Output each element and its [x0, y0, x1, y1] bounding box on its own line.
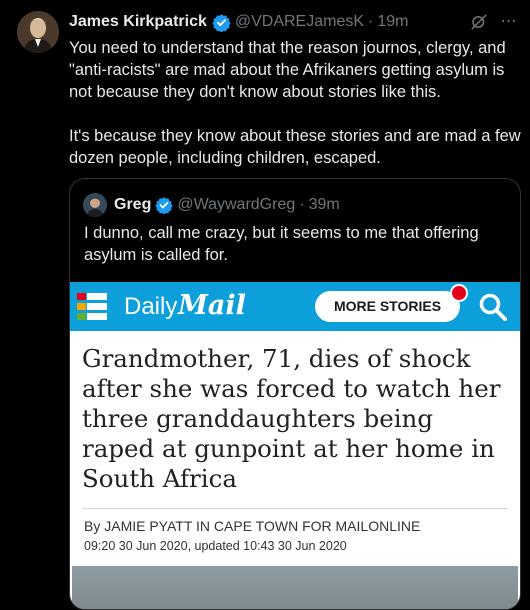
tweet-text: You need to understand that the reason j… [69, 37, 525, 169]
quoted-tweet-time[interactable]: 39m [309, 196, 340, 214]
quoted-tweet-card[interactable]: Greg @WaywardGreg · 39m I dunno, call me… [69, 178, 521, 610]
dailymail-logo-daily: Daily [124, 293, 178, 320]
author-name[interactable]: James Kirkpatrick [69, 13, 207, 31]
quoted-author-handle[interactable]: @WaywardGreg [177, 196, 295, 214]
hamburger-menu-icon [75, 290, 109, 324]
dailymail-header-bar: Daily Mail MORE STORIES [70, 282, 520, 331]
separator: · [299, 196, 305, 213]
more-options-icon[interactable]: ⋯ [499, 12, 519, 32]
tweet-paragraph-1: You need to understand that the reason j… [69, 39, 506, 101]
notification-dot [450, 284, 468, 302]
separator: · [368, 13, 374, 30]
search-icon [479, 293, 507, 321]
article-photo [72, 566, 518, 609]
quoted-tweet-header: Greg @WaywardGreg · 39m [114, 194, 340, 216]
quoted-author-name[interactable]: Greg [114, 196, 151, 214]
article-headline: Grandmother, 71, dies of shock after she… [82, 344, 501, 493]
article-screenshot-image[interactable]: Daily Mail MORE STORIES Grandmother, 71,… [70, 282, 520, 609]
quoted-author-avatar[interactable] [83, 193, 107, 217]
tweet-header: James Kirkpatrick @VDAREJamesK · 19m [69, 12, 520, 32]
author-avatar[interactable] [17, 11, 59, 53]
tweet-time[interactable]: 19m [377, 13, 408, 31]
verified-badge-icon [212, 13, 231, 32]
dailymail-logo-mail: Mail [178, 290, 246, 321]
more-stories-button: MORE STORIES [315, 291, 460, 322]
article-dateline: 09:20 30 Jun 2020, updated 10:43 30 Jun … [84, 539, 347, 553]
tweet-paragraph-2: It's because they know about these stori… [69, 127, 521, 167]
grok-icon[interactable] [470, 13, 488, 31]
verified-badge-icon [155, 197, 174, 214]
author-handle[interactable]: @VDAREJamesK [235, 13, 364, 31]
article-byline: By JAMIE PYATT IN CAPE TOWN FOR MAILONLI… [84, 518, 421, 534]
quoted-tweet-text: I dunno, call me crazy, but it seems to … [84, 224, 479, 264]
divider [82, 508, 508, 509]
